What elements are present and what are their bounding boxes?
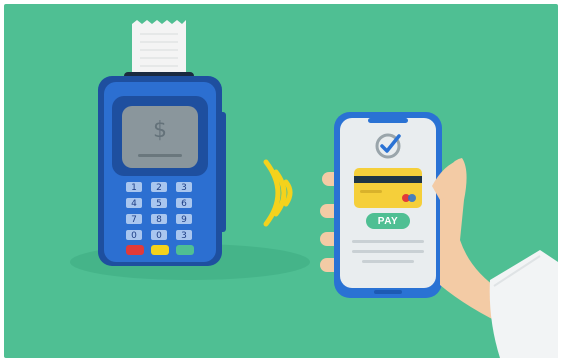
payment-terminal: $ 1 2 3 4 5 6 7 8 9 0 0 3 bbox=[98, 72, 226, 266]
text-line bbox=[362, 260, 414, 263]
home-bar bbox=[374, 290, 402, 294]
key-label-8: 8 bbox=[156, 215, 162, 225]
key-label-5: 5 bbox=[156, 199, 162, 209]
screen-line bbox=[138, 154, 182, 157]
card-logo-right bbox=[408, 194, 416, 202]
phone-notch bbox=[368, 118, 408, 123]
enter-key bbox=[176, 245, 194, 255]
key-label-3: 3 bbox=[181, 183, 187, 193]
key-label-0a: 0 bbox=[131, 231, 137, 241]
key-label-9: 9 bbox=[181, 215, 187, 225]
payment-illustration: $ 1 2 3 4 5 6 7 8 9 0 0 3 PAY bbox=[0, 0, 562, 362]
smartphone: PAY bbox=[334, 112, 442, 298]
pay-button-label: PAY bbox=[378, 216, 398, 227]
cancel-key bbox=[126, 245, 144, 255]
card-line bbox=[360, 190, 382, 193]
payment-card bbox=[354, 168, 422, 208]
illustration-canvas: $ 1 2 3 4 5 6 7 8 9 0 0 3 PAY bbox=[4, 4, 558, 358]
key-label-2: 2 bbox=[156, 183, 162, 193]
text-line bbox=[352, 250, 424, 253]
card-slot bbox=[216, 112, 226, 232]
key-label-1: 1 bbox=[131, 183, 137, 193]
clear-key bbox=[151, 245, 169, 255]
key-label-6: 6 bbox=[181, 199, 187, 209]
key-label-3b: 3 bbox=[181, 231, 187, 241]
key-label-4: 4 bbox=[131, 199, 137, 209]
key-label-7: 7 bbox=[131, 215, 137, 225]
card-stripe bbox=[354, 176, 422, 183]
key-label-0b: 0 bbox=[156, 231, 162, 241]
dollar-symbol: $ bbox=[153, 118, 167, 143]
text-line bbox=[352, 240, 424, 243]
